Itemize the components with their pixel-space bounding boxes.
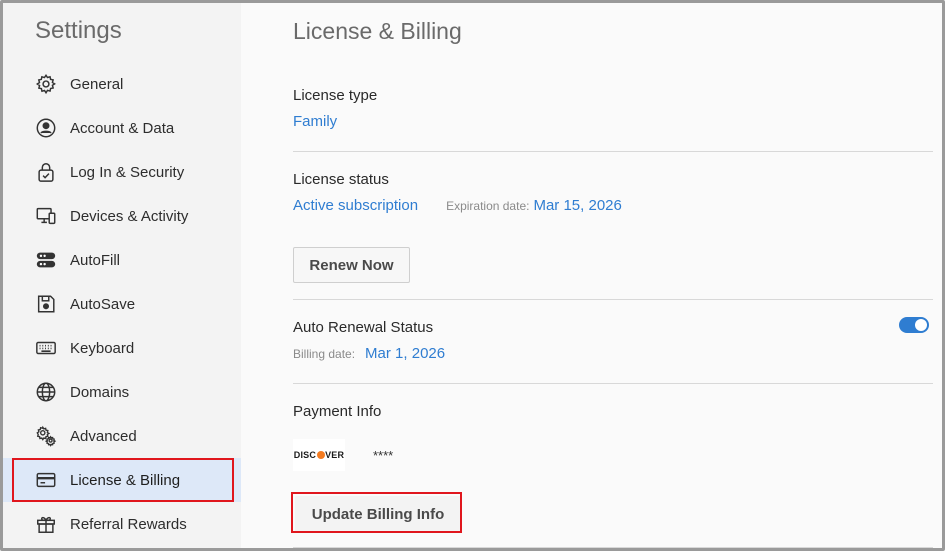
license-type-section: License type Family [293,87,933,130]
globe-icon [35,381,57,403]
sidebar-item-devices-activity[interactable]: Devices & Activity [3,194,241,238]
save-icon [35,293,57,315]
card-masked-number: **** [373,448,394,463]
sidebar-item-label: Referral Rewards [70,515,187,533]
sidebar-item-autofill[interactable]: AutoFill [3,238,241,282]
divider [293,547,933,548]
sidebar-item-label: Account & Data [70,119,175,137]
divider [293,383,933,384]
main-panel: License & Billing License type Family Li… [241,3,942,548]
sidebar-item-label: AutoSave [70,295,136,313]
page-title: License & Billing [293,18,462,44]
auto-renewal-toggle[interactable] [899,317,929,333]
sidebar-item-label: Domains [70,383,130,401]
sidebar-item-domains[interactable]: Domains [3,370,241,414]
settings-window: Settings General Account & Data Log In &… [0,0,945,551]
license-type-label: License type [293,87,378,104]
sidebar-item-account-data[interactable]: Account & Data [3,106,241,150]
update-billing-info-button[interactable]: Update Billing Info [295,496,461,532]
sidebar-item-label: General [70,75,124,93]
billing-date-label: Billing date: [293,347,356,361]
autofill-icon [35,249,57,271]
license-status-label: License status [293,171,389,188]
gear-icon [35,73,57,95]
divider [293,151,933,152]
sidebar-item-label: Advanced [70,427,137,445]
discover-card-logo: DISC VER [293,439,345,471]
billing-date-value: Mar 1, 2026 [365,345,446,362]
sidebar-item-label: Log In & Security [70,163,185,181]
license-status-section: License status Active subscription Expir… [293,171,933,214]
devices-icon [35,205,57,227]
renew-now-button[interactable]: Renew Now [293,247,410,283]
sidebar: Settings General Account & Data Log In &… [3,3,241,548]
sidebar-item-login-security[interactable]: Log In & Security [3,150,241,194]
sidebar-item-license-billing[interactable]: License & Billing [3,458,241,502]
sidebar-item-advanced[interactable]: Advanced [3,414,241,458]
gears-icon [35,425,57,447]
license-status-value: Active subscription [293,197,419,214]
auto-renewal-label: Auto Renewal Status [293,319,434,336]
credit-card-icon [35,469,57,491]
lock-check-icon [35,161,57,183]
sidebar-item-general[interactable]: General [3,62,241,106]
sidebar-item-label: Keyboard [70,339,135,357]
license-type-value: Family [293,113,338,130]
sidebar-item-label: License & Billing [70,471,181,489]
sidebar-item-keyboard[interactable]: Keyboard [3,326,241,370]
keyboard-icon [35,337,57,359]
sidebar-item-autosave[interactable]: AutoSave [3,282,241,326]
expiration-label: Expiration date: [446,199,530,213]
payment-info-section: Payment Info [293,403,933,420]
toggle-knob [915,319,927,331]
sidebar-title: Settings [35,17,122,44]
expiration-value: Mar 15, 2026 [533,197,622,214]
sidebar-nav: General Account & Data Log In & Security… [3,62,241,546]
gift-icon [35,513,57,535]
divider [293,299,933,300]
sidebar-item-referral-rewards[interactable]: Referral Rewards [3,502,241,546]
auto-renewal-section: Auto Renewal Status Billing date: Mar 1,… [293,319,933,362]
sidebar-item-label: AutoFill [70,251,121,269]
sidebar-item-label: Devices & Activity [70,207,189,225]
user-circle-icon [35,117,57,139]
payment-info-label: Payment Info [293,403,382,420]
